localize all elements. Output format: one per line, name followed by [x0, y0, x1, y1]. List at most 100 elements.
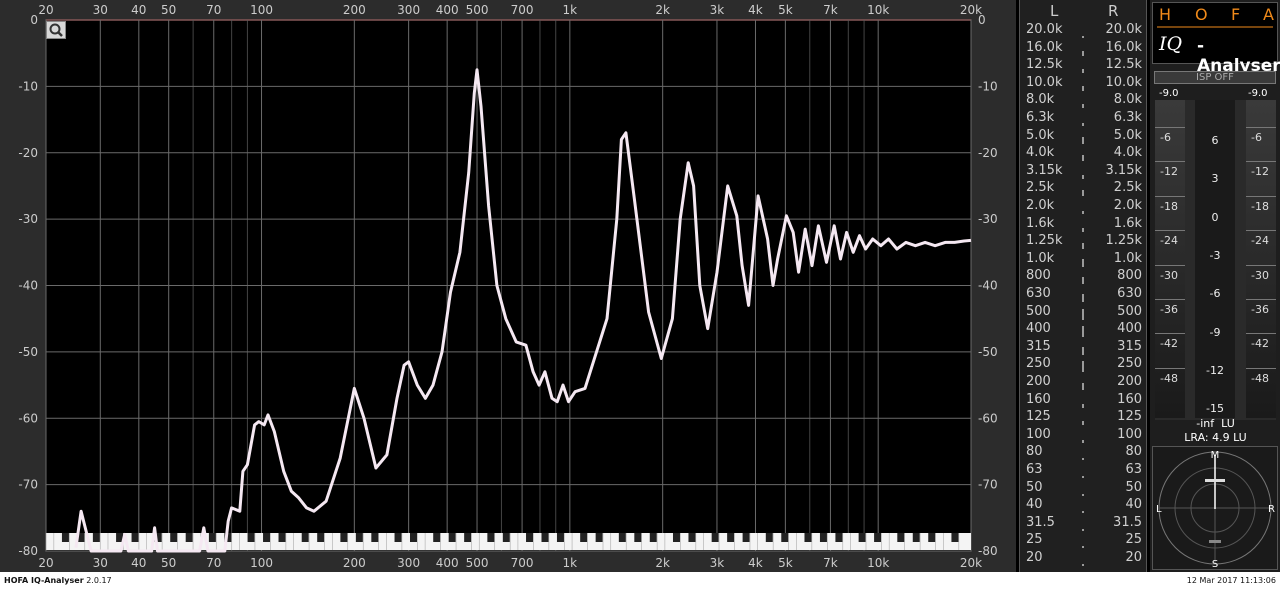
loudness-scale-right: -48 [1251, 371, 1269, 385]
piano-black-key [263, 533, 271, 542]
band-level-bar [1082, 136, 1084, 144]
loudness-scale-center: 6 [1211, 134, 1219, 147]
x-tick-label-bottom: 50 [161, 556, 176, 570]
x-tick-label-bottom: 200 [343, 556, 366, 570]
piano-black-key [804, 533, 812, 542]
band-label-right: 31.5 [1113, 514, 1142, 530]
isp-toggle-button[interactable]: ISP OFF [1154, 71, 1276, 84]
logo-product-suffix: -Analyser [1197, 36, 1280, 76]
y-tick-label-left: -60 [18, 411, 38, 425]
y-tick-label-right: -60 [978, 411, 998, 425]
x-tick-label-bottom: 10k [867, 556, 889, 570]
goniometer-label-l: L [1156, 504, 1162, 515]
band-level-bar [1082, 123, 1084, 126]
band-level-bar [1082, 104, 1084, 109]
piano-black-key [742, 533, 750, 542]
x-tick-label-bottom: 4k [748, 556, 763, 570]
x-tick-label-top: 2k [655, 3, 670, 17]
band-label-right: 16.0k [1105, 39, 1142, 55]
band-label-left: 2.0k [1026, 198, 1055, 213]
band-level-bar [1082, 546, 1084, 549]
loudness-notch [1246, 367, 1276, 369]
piano-black-key [634, 533, 642, 542]
band-label-right: 5.0k [1113, 127, 1142, 143]
piano-black-key [355, 533, 363, 542]
lra-readout: LRA: 4.9 LU [1184, 431, 1247, 444]
loudness-scale-center: -6 [1209, 287, 1221, 301]
loudness-scale-right: -12 [1251, 165, 1269, 179]
loudness-notch [1246, 264, 1276, 266]
loudness-scale-left: -12 [1160, 165, 1178, 179]
band-label-right: 63 [1125, 462, 1142, 477]
piano-black-key [951, 533, 959, 542]
band-label-right: 315 [1117, 338, 1142, 354]
loudness-scale-left: -6 [1160, 131, 1171, 144]
band-label-left: 31.5 [1026, 514, 1055, 530]
piano-black-key [433, 533, 441, 542]
x-tick-label-top: 1k [563, 3, 578, 17]
loudness-scale-right: -24 [1251, 234, 1269, 248]
piano-black-key [487, 533, 495, 542]
band-label-left: 160 [1026, 391, 1051, 407]
band-level-bar [1082, 69, 1084, 74]
band-label-left: 630 [1026, 286, 1051, 301]
band-label-right: 12.5k [1105, 57, 1142, 73]
piano-black-key [410, 533, 418, 542]
spectrum-chart[interactable]: 20 20 30 30 40 40 50 50 70 70 100 100 200 200 300 300 40… [0, 0, 1016, 572]
piano-black-key [61, 533, 69, 542]
x-tick-label-top: 50 [161, 3, 176, 17]
band-level-bar [1082, 326, 1084, 338]
band-label-right: 40 [1125, 497, 1142, 513]
x-tick-label-top: 7k [823, 3, 838, 17]
band-label-right: 2.5k [1113, 180, 1142, 196]
piano-black-key [835, 533, 843, 542]
loudness-scale-right: -36 [1251, 303, 1269, 316]
goniometer-label-r: R [1268, 504, 1275, 515]
logo-letter: A [1263, 5, 1274, 24]
band-label-right: 3.15k [1105, 162, 1142, 178]
piano-black-key [858, 533, 866, 542]
loudness-scale-right: -42 [1251, 337, 1269, 351]
x-tick-label-top: 400 [436, 3, 459, 17]
y-tick-label-right: -10 [978, 79, 998, 93]
loudness-scale-center: 0 [1211, 210, 1219, 224]
y-tick-label-left: -40 [18, 279, 38, 293]
y-tick-label-left: -80 [18, 544, 38, 558]
band-label-right: 20.0k [1105, 22, 1142, 37]
x-tick-label-top: 3k [710, 3, 725, 17]
band-level-bar [1082, 528, 1084, 531]
loudness-top-left: -9.0 [1159, 88, 1179, 99]
band-label-left: 12.5k [1026, 57, 1063, 73]
y-tick-label-right: -30 [978, 212, 998, 226]
loudness-notch [1155, 195, 1185, 197]
piano-black-key [502, 533, 510, 542]
piano-black-key [541, 533, 549, 542]
piano-black-key [580, 533, 588, 542]
loudness-scale-left: -18 [1160, 199, 1178, 213]
band-label-right: 160 [1117, 391, 1142, 407]
loudness-notch [1246, 230, 1276, 232]
x-tick-label-top: 40 [131, 3, 146, 17]
band-label-left: 20.0k [1026, 22, 1063, 37]
x-tick-label-bottom: 2k [655, 556, 670, 570]
piano-black-key [928, 533, 936, 542]
band-label-right: 50 [1125, 479, 1142, 495]
band-header-right: R [1108, 2, 1119, 20]
logo-letter: H [1159, 5, 1172, 24]
band-label-right: 100 [1117, 426, 1142, 442]
band-label-left: 40 [1026, 497, 1043, 513]
band-label-right: 500 [1117, 303, 1142, 319]
zoom-button[interactable] [46, 21, 66, 39]
app-name: HOFA IQ-Analyser [4, 576, 84, 585]
band-label-right: 25 [1125, 532, 1142, 548]
band-level-bar [1082, 211, 1084, 214]
goniometer-label-s: S [1212, 559, 1218, 569]
loudness-notch [1155, 299, 1185, 300]
band-label-right: 250 [1117, 356, 1142, 372]
x-tick-label-top: 100 [250, 3, 273, 17]
band-label-right: 400 [1117, 321, 1142, 337]
band-label-right: 125 [1117, 409, 1142, 425]
y-tick-label-right: -50 [978, 345, 998, 359]
band-level-bar [1082, 511, 1084, 514]
x-tick-label-top: 5k [778, 3, 793, 17]
